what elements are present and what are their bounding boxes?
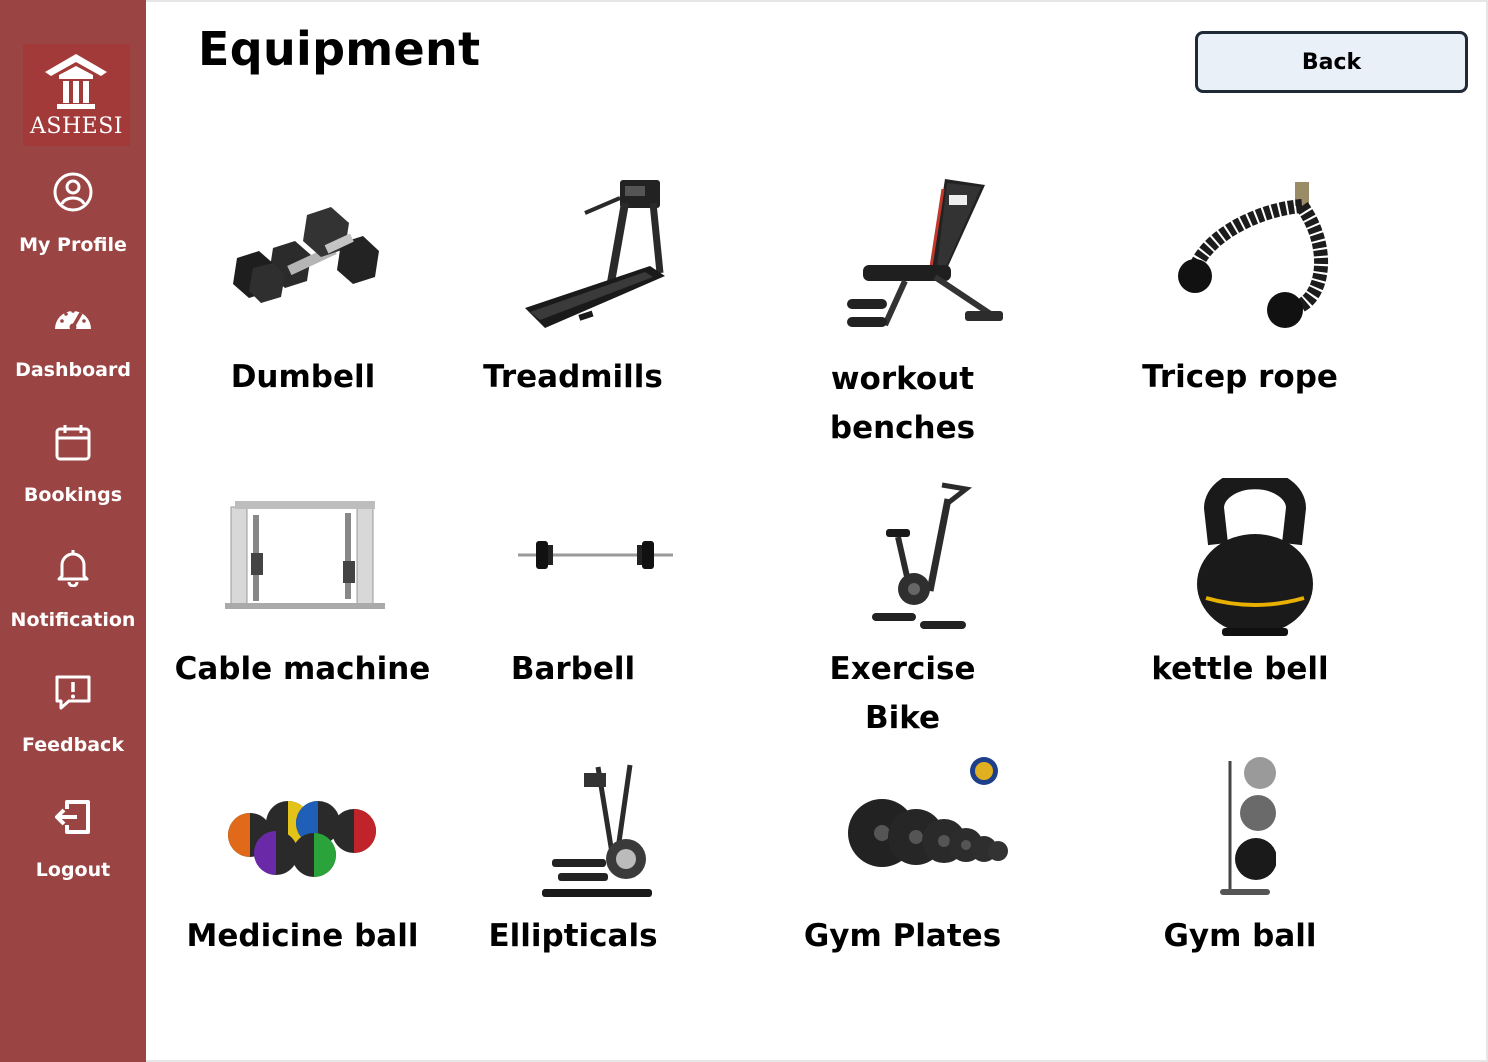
equipment-card-exercise-bike[interactable]: Exercise Bike [790, 478, 1015, 736]
bell-icon [57, 550, 89, 587]
institution-icon [45, 54, 107, 109]
sidebar-item-dashboard[interactable]: Dashboard [0, 297, 146, 407]
calendar-icon [55, 425, 91, 461]
sidebar-item-my-profile[interactable]: My Profile [0, 172, 146, 282]
medicine-ball-icon [228, 801, 376, 877]
bike-icon [872, 482, 973, 629]
treadmill-icon [525, 180, 665, 328]
dumbbell-icon [233, 207, 379, 303]
sidebar-item-notification[interactable]: Notification [0, 547, 146, 657]
sidebar-item-label: Feedback [22, 734, 124, 756]
equipment-card-gym-ball[interactable]: Gym ball [1140, 755, 1340, 965]
sidebar-item-feedback[interactable]: Feedback [0, 672, 146, 782]
sidebar-item-label: Notification [10, 609, 136, 631]
equipment-name: Treadmills [483, 359, 663, 395]
feedback-icon [55, 675, 91, 710]
equipment-name: Barbell [510, 651, 636, 687]
sidebar-item-label: Logout [35, 859, 111, 881]
equipment-name: Dumbell [230, 359, 376, 395]
equipment-card-elliptical[interactable]: Ellipticals [473, 755, 673, 965]
equipment-name: kettle bell [1151, 651, 1329, 687]
kettlebell-icon [1197, 478, 1313, 636]
equipment-name: Ellipticals [488, 918, 658, 954]
sidebar-item-label: My Profile [19, 234, 127, 256]
equipment-card-bench[interactable]: workout benches [800, 175, 1005, 455]
logo-text: ASHESI [30, 114, 123, 139]
equipment-name: Cable machine [174, 651, 431, 687]
rope-icon [1178, 182, 1329, 328]
speedometer-icon [55, 309, 91, 331]
equipment-card-treadmill[interactable]: Treadmills [473, 175, 673, 405]
elliptical-icon [542, 764, 652, 897]
plates-icon [848, 757, 1008, 867]
equipment-card-kettle-bell[interactable]: kettle bell [1140, 478, 1340, 700]
gym-ball-icon [1220, 757, 1276, 895]
equipment-name: Exercise Bike [829, 651, 976, 736]
equipment-card-dumbbell[interactable]: Dumbell [203, 185, 403, 405]
equipment-name: workout benches [829, 361, 976, 446]
equipment-card-cable-machine[interactable]: Cable machine [170, 490, 435, 700]
barbell-icon [518, 541, 673, 569]
sidebar-item-logout[interactable]: Logout [0, 797, 146, 907]
page-title: Equipment [198, 22, 481, 76]
equipment-card-barbell[interactable]: Barbell [473, 490, 673, 700]
sidebar-item-bookings[interactable]: Bookings [0, 422, 146, 532]
equipment-card-tricep-rope[interactable]: Tricep rope [1140, 175, 1340, 405]
logout-icon [55, 800, 90, 834]
equipment-name: Gym ball [1163, 918, 1317, 954]
equipment-card-gym-plates[interactable]: Gym Plates [800, 755, 1008, 965]
back-button[interactable]: Back [1195, 31, 1468, 93]
equipment-name: Medicine ball [186, 918, 419, 954]
equipment-card-medicine-ball[interactable]: Medicine ball [180, 755, 425, 965]
bench-icon [847, 179, 1003, 327]
user-circle-icon [53, 172, 93, 212]
cable-machine-icon [225, 501, 385, 609]
sidebar: ASHESI My Profile Dashboard Bookings Not… [0, 0, 146, 1062]
equipment-name: Gym Plates [803, 918, 1002, 954]
sidebar-item-label: Bookings [23, 484, 123, 506]
sidebar-item-label: Dashboard [15, 359, 131, 381]
ashesi-logo[interactable]: ASHESI [23, 44, 130, 146]
equipment-name: Tricep rope [1142, 359, 1338, 395]
